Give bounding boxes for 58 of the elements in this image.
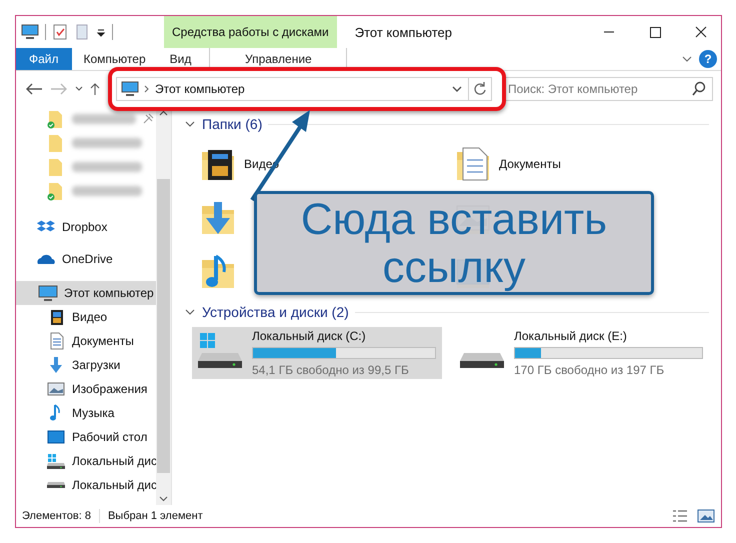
sidebar-label: OneDrive — [62, 252, 113, 266]
sidebar-item[interactable]: Музыка — [16, 401, 156, 425]
drive-name: Локальный диск (C:) — [252, 329, 367, 343]
address-text: Этот компьютер — [155, 82, 246, 96]
ribbon-tab[interactable]: Компьютер — [72, 48, 158, 70]
sidebar-item[interactable]: OneDrive — [16, 243, 156, 275]
blurred-label — [72, 114, 136, 124]
ribbon-tab[interactable]: Файл — [16, 48, 72, 70]
drive-name: Локальный диск (E:) — [514, 329, 628, 343]
sidebar-label: Рабочий стол — [72, 430, 148, 444]
ribbon-tab[interactable]: Вид — [158, 48, 204, 70]
context-tab-group: Средства работы с дисками — [164, 16, 337, 48]
callout-label: Сюда вставить ссылку — [254, 191, 654, 295]
free-space-text: 54,1 ГБ свободно из 99,5 ГБ — [252, 363, 410, 377]
help-button[interactable]: ? — [699, 50, 717, 68]
sidebar-item[interactable]: Этот компьютер — [16, 281, 156, 305]
sidebar-label: Документы — [72, 334, 134, 348]
window-title: Этот компьютер — [354, 24, 453, 40]
pin-icon[interactable] — [142, 113, 154, 125]
scrollbar-thumb[interactable] — [157, 179, 170, 473]
details-view-icon[interactable] — [671, 508, 689, 524]
back-arrow-icon[interactable] — [24, 81, 44, 97]
blurred-label — [72, 138, 142, 148]
section-title[interactable]: Папки (6) — [202, 116, 262, 132]
sidebar-item[interactable]: Рабочий стол — [16, 425, 156, 449]
sidebar-item[interactable]: Загрузки — [16, 353, 156, 377]
checklist-icon[interactable] — [52, 24, 68, 40]
sidebar-label: Загрузки — [72, 358, 120, 372]
free-space-text: 170 ГБ свободно из 197 ГБ — [514, 363, 666, 377]
sidebar-item[interactable]: Видео — [16, 305, 156, 329]
drive-icon — [46, 481, 66, 489]
item-count: Элементов: 8 — [22, 510, 91, 522]
blurred-label — [72, 186, 142, 196]
folder-label[interactable]: Документы — [499, 157, 561, 171]
drive-tile[interactable]: Локальный диск (E:) 170 ГБ свободно из 197 ГБ — [454, 327, 709, 379]
address-bar[interactable]: Этот компьютер — [116, 77, 492, 101]
sidebar-label: Этот компьютер — [64, 286, 154, 300]
monitor-icon — [121, 81, 139, 97]
drive-icon — [458, 352, 506, 368]
monitor-icon — [38, 283, 58, 303]
sidebar-label: Изображения — [72, 382, 148, 396]
sidebar-item[interactable]: Изображения — [16, 377, 156, 401]
sidebar-label: Видео — [72, 310, 108, 324]
up-arrow-icon[interactable] — [89, 81, 101, 97]
blurred-label — [72, 162, 142, 172]
search-icon[interactable] — [691, 81, 707, 97]
selection-status: Выбран 1 элемент — [108, 510, 203, 522]
drive-tile[interactable]: Локальный диск (C:) 54,1 ГБ свободно из 99,5 ГБ — [192, 327, 442, 379]
drive-icon — [46, 451, 66, 471]
sidebar-item[interactable]: Dropbox — [16, 211, 156, 243]
section-title[interactable]: Устройства и диски (2) — [202, 304, 349, 320]
large-icons-view-icon[interactable] — [697, 508, 715, 524]
search-field[interactable]: Поиск: Этот компьютер — [503, 77, 713, 101]
monitor-icon — [21, 24, 39, 40]
sidebar-item[interactable]: Документы — [16, 329, 156, 353]
sidebar-label: Dropbox — [62, 220, 108, 234]
sidebar-label: Музыка — [72, 406, 114, 420]
ribbon-tab[interactable]: Управление — [209, 48, 348, 70]
